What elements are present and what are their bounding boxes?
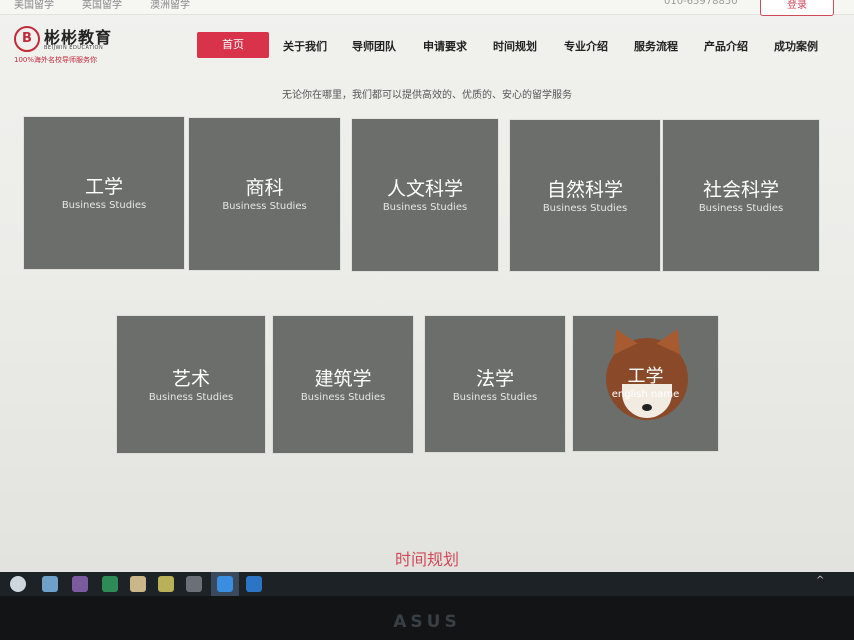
tile-title: 工学 <box>627 366 664 387</box>
start-icon[interactable] <box>10 576 26 592</box>
browser-app-icon[interactable] <box>42 576 58 592</box>
bird-app-icon[interactable] <box>217 576 233 592</box>
section-title-timeline: 时间规划 <box>394 550 459 569</box>
nav-item-process[interactable]: 服务流程 <box>634 38 678 54</box>
hover-tile-label: 工学 english name <box>573 362 718 400</box>
tile-title: 商科 <box>245 177 284 199</box>
vscode-app-icon[interactable] <box>246 576 262 592</box>
major-tile-social-science[interactable]: 社会科学 Business Studies <box>663 120 819 271</box>
tile-title: 法学 <box>475 368 514 390</box>
tile-subtitle: Business Studies <box>452 392 538 403</box>
folder-app-icon[interactable] <box>130 576 146 592</box>
top-link-1[interactable]: 美国留学 <box>14 0 54 11</box>
top-info-strip: 美国留学 英国留学 澳洲留学 010-65978850 登录 <box>0 0 854 16</box>
nav-item-cases[interactable]: 成功案例 <box>774 38 818 54</box>
nav-item-products[interactable]: 产品介绍 <box>704 38 748 54</box>
tile-subtitle: Business Studies <box>148 392 234 403</box>
spreadsheet-app-icon[interactable] <box>102 576 118 592</box>
major-tile-law[interactable]: 法学 Business Studies <box>425 316 565 452</box>
tile-subtitle: Business Studies <box>300 392 386 403</box>
tile-subtitle: Business Studies <box>542 203 628 214</box>
logo-slogan: 100%海外名校导师服务你 <box>14 56 98 64</box>
fox-nose-icon <box>642 404 652 411</box>
tagline: 无论你在哪里，我们都可以提供高效的、优质的、安心的留学服务 <box>282 90 572 101</box>
windows-taskbar: ^ <box>0 572 854 596</box>
site-logo[interactable]: B 彬彬教育 BEIJWIN EDUCATION 100%海外名校导师服务你 <box>12 24 122 66</box>
tray-chevron-up-icon[interactable]: ^ <box>816 575 824 586</box>
git-app-icon[interactable] <box>158 576 174 592</box>
major-tile-art[interactable]: 艺术 Business Studies <box>117 316 265 453</box>
major-tile-architecture[interactable]: 建筑学 Business Studies <box>273 316 413 453</box>
terminal-app-icon[interactable] <box>186 576 202 592</box>
tile-title: 自然科学 <box>546 179 623 201</box>
login-button[interactable]: 登录 <box>760 0 834 16</box>
nav-item-timeline[interactable]: 时间规划 <box>493 38 537 54</box>
tile-subtitle: Business Studies <box>61 200 147 211</box>
tile-title: 工学 <box>84 176 123 198</box>
nav-item-home[interactable]: 首页 <box>197 32 269 58</box>
nav-item-requirements[interactable]: 申请要求 <box>423 38 467 54</box>
tile-title: 艺术 <box>171 368 210 390</box>
hotline-phone: 010-65978850 <box>664 0 738 7</box>
top-link-2[interactable]: 英国留学 <box>82 0 122 11</box>
top-link-3[interactable]: 澳洲留学 <box>150 0 190 11</box>
tile-subtitle: Business Studies <box>222 201 307 212</box>
major-tile-engineering[interactable]: 工学 Business Studies <box>24 117 184 269</box>
main-nav: 首页 关于我们 导师团队 申请要求 时间规划 专业介绍 服务流程 产品介绍 成功… <box>197 32 837 60</box>
major-tile-natural-science[interactable]: 自然科学 Business Studies <box>510 120 660 271</box>
nav-item-majors[interactable]: 专业介绍 <box>564 38 608 54</box>
nav-item-mentors[interactable]: 导师团队 <box>352 38 396 54</box>
logo-name-en: BEIJWIN EDUCATION <box>44 45 104 51</box>
major-tile-business[interactable]: 商科 Business Studies <box>189 118 340 270</box>
tile-subtitle: english name <box>611 389 680 400</box>
monitor-brand-logo: ASUS <box>393 612 461 632</box>
major-tile-humanities[interactable]: 人文科学 Business Studies <box>352 119 498 271</box>
tile-title: 人文科学 <box>386 178 463 200</box>
media-app-icon[interactable] <box>72 576 88 592</box>
tile-subtitle: Business Studies <box>382 202 468 213</box>
browser-screen: 美国留学 英国留学 澳洲留学 010-65978850 登录 B 彬彬教育 BE… <box>0 0 854 575</box>
tile-title: 建筑学 <box>314 368 372 390</box>
tile-title: 社会科学 <box>702 179 779 201</box>
logo-mark-icon: B <box>14 26 40 52</box>
nav-item-about[interactable]: 关于我们 <box>283 38 327 54</box>
tile-subtitle: Business Studies <box>698 203 784 214</box>
